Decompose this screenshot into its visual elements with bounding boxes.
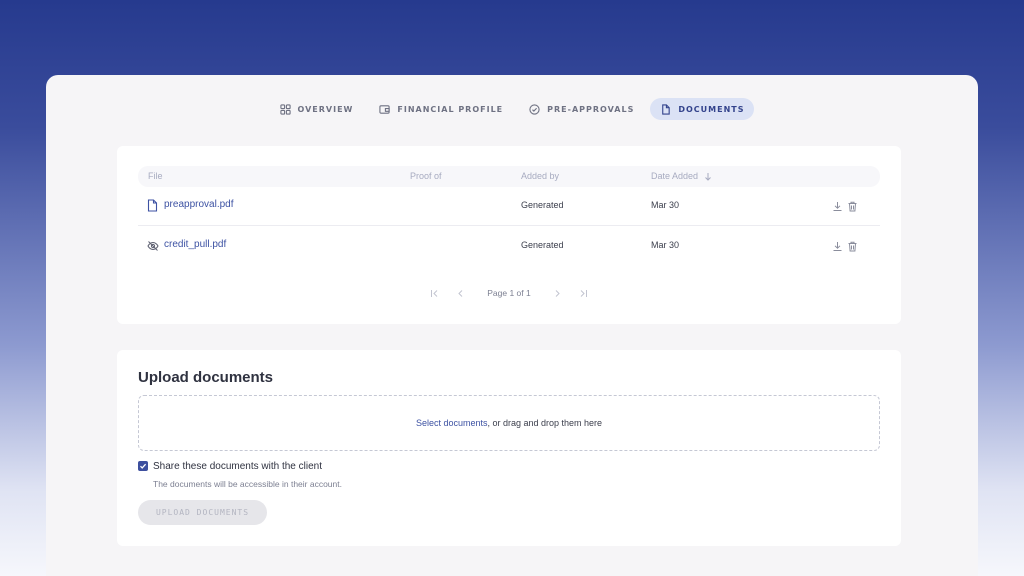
download-icon[interactable]	[832, 201, 843, 212]
file-link[interactable]: credit_pull.pdf	[164, 239, 226, 250]
prev-page-icon[interactable]	[447, 286, 473, 300]
wallet-icon	[379, 104, 391, 114]
pagination: Page 1 of 1	[117, 286, 901, 300]
date-cell: Mar 30	[651, 200, 680, 210]
trash-icon[interactable]	[847, 241, 858, 252]
tab-label: FINANCIAL PROFILE	[397, 104, 504, 114]
app-card: OVERVIEW FINANCIAL PROFILE PRE-APPROVALS…	[46, 75, 978, 576]
added-by-cell: Generated	[521, 200, 564, 210]
date-cell: Mar 30	[651, 240, 680, 250]
header-file[interactable]: File	[148, 171, 163, 181]
table-row: credit_pull.pdf Generated Mar 30	[138, 227, 880, 266]
added-by-cell: Generated	[521, 240, 564, 250]
header-date-added[interactable]: Date Added	[651, 171, 698, 181]
share-label[interactable]: Share these documents with the client	[153, 461, 322, 472]
select-documents-link[interactable]: Select documents	[416, 418, 488, 428]
tab-label: OVERVIEW	[297, 104, 354, 114]
upload-panel: Upload documents Select documents , or d…	[117, 350, 901, 546]
tab-label: DOCUMENTS	[678, 104, 745, 114]
document-icon	[662, 103, 671, 115]
dropzone[interactable]: Select documents , or drag and drop them…	[138, 395, 880, 451]
document-icon	[147, 199, 158, 212]
tab-documents[interactable]: DOCUMENTS	[650, 98, 755, 120]
eye-off-icon	[147, 241, 159, 251]
tab-bar: OVERVIEW FINANCIAL PROFILE PRE-APPROVALS…	[46, 98, 978, 120]
arrow-down-icon[interactable]	[704, 172, 712, 181]
check-icon	[140, 463, 147, 469]
download-icon[interactable]	[832, 241, 843, 252]
upload-title: Upload documents	[138, 369, 274, 386]
share-description: The documents will be accessible in thei…	[153, 479, 342, 489]
drop-text: , or drag and drop them here	[487, 418, 603, 428]
upload-documents-button[interactable]: UPLOAD DOCUMENTS	[138, 500, 267, 525]
tab-label: PRE-APPROVALS	[547, 104, 635, 114]
trash-icon[interactable]	[847, 201, 858, 212]
header-proof-of[interactable]: Proof of	[410, 171, 442, 181]
documents-table-panel: File Proof of Added by Date Added preapp…	[117, 146, 901, 324]
header-added-by[interactable]: Added by	[521, 171, 559, 181]
check-circle-icon	[529, 103, 540, 115]
tab-financial-profile[interactable]: FINANCIAL PROFILE	[369, 98, 513, 120]
tab-pre-approvals[interactable]: PRE-APPROVALS	[519, 98, 644, 120]
table-row: preapproval.pdf Generated Mar 30	[138, 187, 880, 226]
first-page-icon[interactable]	[421, 286, 447, 300]
tab-overview[interactable]: OVERVIEW	[270, 98, 364, 120]
last-page-icon[interactable]	[571, 286, 597, 300]
grid-icon	[279, 103, 291, 115]
page-indicator: Page 1 of 1	[487, 288, 531, 298]
table-header: File Proof of Added by Date Added	[138, 166, 880, 187]
file-link[interactable]: preapproval.pdf	[164, 199, 234, 210]
next-page-icon[interactable]	[545, 286, 571, 300]
share-checkbox[interactable]	[138, 461, 148, 471]
